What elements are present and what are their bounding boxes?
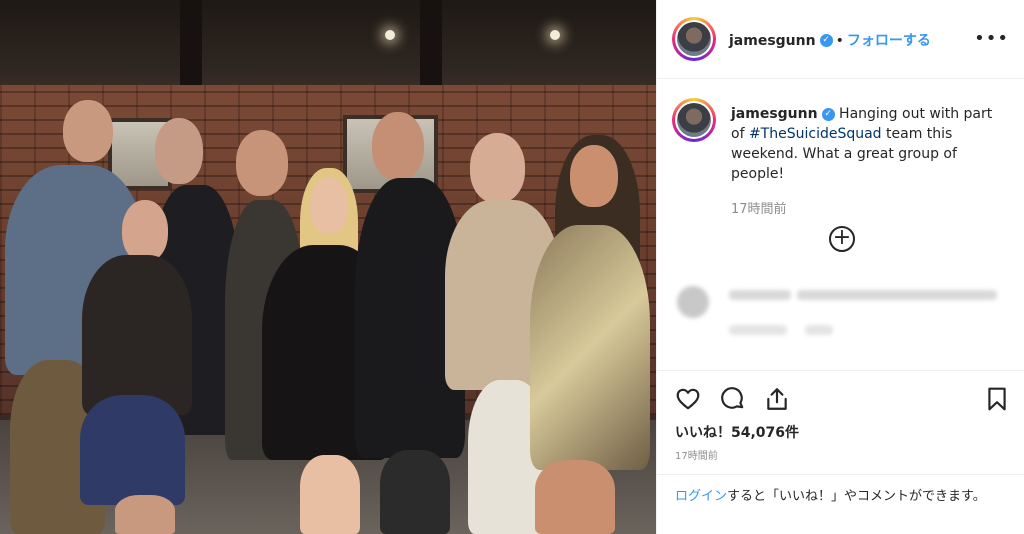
caption-timestamp[interactable]: 17時間前 bbox=[731, 198, 787, 217]
profile-picture bbox=[677, 103, 711, 137]
ceiling bbox=[0, 0, 656, 95]
login-prompt: ログインすると「いいね！」やコメントができます。 bbox=[657, 474, 1024, 534]
blurred-comment-meta bbox=[805, 325, 833, 335]
caption-avatar[interactable] bbox=[672, 98, 716, 142]
login-prompt-text: すると「いいね！」やコメントができます。 bbox=[727, 489, 986, 504]
hashtag-link[interactable]: #TheSuicideSquad bbox=[749, 126, 882, 142]
comment-icon[interactable] bbox=[720, 386, 746, 412]
blurred-comment-text bbox=[729, 290, 791, 300]
ceiling-light bbox=[385, 30, 395, 40]
follow-button[interactable]: フォローする bbox=[847, 33, 931, 49]
share-icon[interactable] bbox=[764, 386, 790, 412]
caption-username-link[interactable]: jamesgunn bbox=[731, 106, 818, 122]
likes-count[interactable]: いいね！54,076件 bbox=[675, 422, 799, 442]
post-photo[interactable] bbox=[0, 0, 656, 534]
plus-circle-icon[interactable]: + bbox=[829, 226, 855, 252]
post-side-panel: jamesgunn ✓ • フォローする ••• jamesgunn ✓ Hanging… bbox=[656, 0, 1024, 534]
login-link[interactable]: ログイン bbox=[675, 489, 727, 504]
username-link[interactable]: jamesgunn bbox=[729, 33, 816, 49]
separator-dot: • bbox=[835, 33, 844, 49]
post-actions: いいね！54,076件 17時間前 ログインすると「いいね！」やコメントができま… bbox=[657, 370, 1024, 534]
verified-badge-icon: ✓ bbox=[819, 34, 833, 47]
blurred-comment-avatar bbox=[677, 286, 709, 318]
bookmark-icon[interactable] bbox=[984, 386, 1010, 412]
avatar[interactable] bbox=[672, 17, 716, 61]
ceiling-light bbox=[550, 30, 560, 40]
blurred-comment-meta bbox=[729, 325, 787, 335]
post-timestamp[interactable]: 17時間前 bbox=[675, 447, 718, 462]
more-options-icon[interactable]: ••• bbox=[974, 28, 1009, 49]
caption: jamesgunn ✓ Hanging out with part of #The… bbox=[731, 104, 1001, 184]
blurred-comment-text bbox=[797, 290, 997, 300]
verified-badge-icon: ✓ bbox=[821, 107, 835, 121]
heart-icon[interactable] bbox=[675, 386, 701, 412]
post-header: jamesgunn ✓ • フォローする ••• bbox=[657, 0, 1024, 79]
profile-picture bbox=[677, 22, 711, 56]
